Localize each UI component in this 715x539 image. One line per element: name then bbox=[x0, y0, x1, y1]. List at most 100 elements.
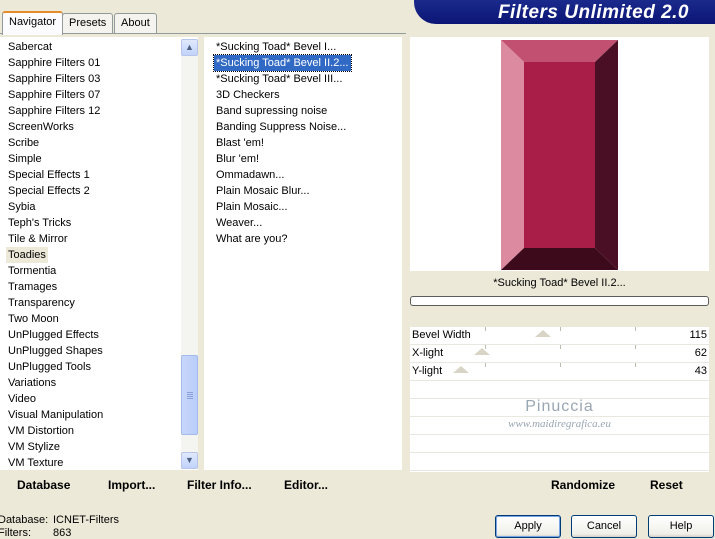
category-item[interactable]: Variations bbox=[6, 375, 58, 391]
slider-thumb[interactable] bbox=[474, 348, 490, 355]
apply-button[interactable]: Apply bbox=[495, 515, 561, 538]
slider-tick bbox=[485, 327, 486, 331]
category-item[interactable]: Sapphire Filters 03 bbox=[6, 71, 102, 87]
param-label: Bevel Width bbox=[412, 329, 471, 341]
slider-tick bbox=[635, 345, 636, 349]
title-banner: Filters Unlimited 2.0 bbox=[414, 0, 715, 24]
watermark-title: Pinuccia bbox=[525, 398, 594, 415]
database-button[interactable]: Database bbox=[17, 478, 70, 492]
tab-navigator[interactable]: Navigator bbox=[2, 11, 64, 35]
param-slider[interactable] bbox=[485, 327, 675, 337]
param-label: Y-light bbox=[412, 365, 443, 377]
filter-item[interactable]: *Sucking Toad* Bevel III... bbox=[214, 71, 344, 87]
bevel-face bbox=[524, 62, 595, 248]
param-value: 62 bbox=[694, 347, 707, 359]
category-item[interactable]: Sapphire Filters 01 bbox=[6, 55, 102, 71]
slider-tick bbox=[485, 363, 486, 367]
category-scrollbar[interactable]: ▲ ▼ bbox=[181, 39, 198, 469]
category-item[interactable]: UnPlugged Shapes bbox=[6, 343, 105, 359]
app-title: Filters Unlimited 2.0 bbox=[497, 2, 689, 23]
param-row-empty bbox=[410, 435, 709, 453]
filter-item[interactable]: Weaver... bbox=[214, 215, 264, 231]
category-item[interactable]: Transparency bbox=[6, 295, 77, 311]
category-item[interactable]: Sabercat bbox=[6, 39, 54, 55]
cancel-button[interactable]: Cancel bbox=[571, 515, 637, 538]
grip-line bbox=[187, 394, 193, 395]
category-item[interactable]: Video bbox=[6, 391, 38, 407]
param-row-empty bbox=[410, 381, 709, 399]
filter-item[interactable]: Band supressing noise bbox=[214, 103, 329, 119]
category-item[interactable]: Sybia bbox=[6, 199, 38, 215]
category-item[interactable]: Sapphire Filters 12 bbox=[6, 103, 102, 119]
param-row-empty bbox=[410, 453, 709, 471]
param-row-x-light[interactable]: X-light 62 bbox=[410, 345, 709, 363]
slider-thumb[interactable] bbox=[535, 330, 551, 337]
param-value: 115 bbox=[689, 329, 707, 341]
filter-item[interactable]: 3D Checkers bbox=[214, 87, 282, 103]
param-label: X-light bbox=[412, 347, 444, 359]
filters-count: 863 bbox=[53, 527, 72, 539]
filter-item[interactable]: *Sucking Toad* Bevel II.2... bbox=[213, 54, 352, 72]
category-item[interactable]: Visual Manipulation bbox=[6, 407, 105, 423]
slider-tick bbox=[560, 327, 561, 331]
category-item[interactable]: Scribe bbox=[6, 135, 41, 151]
filter-item[interactable]: Plain Mosaic Blur... bbox=[214, 183, 312, 199]
slider-tick bbox=[635, 327, 636, 331]
scroll-thumb[interactable] bbox=[181, 355, 198, 435]
slider-tick bbox=[560, 345, 561, 349]
category-item[interactable]: UnPlugged Tools bbox=[6, 359, 93, 375]
param-slider[interactable] bbox=[453, 363, 675, 373]
grip-line bbox=[187, 396, 193, 397]
category-item[interactable]: Tile & Mirror bbox=[6, 231, 69, 247]
category-item[interactable]: VM Stylize bbox=[6, 439, 62, 455]
category-item[interactable]: Toadies bbox=[6, 247, 48, 263]
filters-count-info: Filters: 863 bbox=[0, 527, 71, 539]
category-item[interactable]: ScreenWorks bbox=[6, 119, 76, 135]
category-item[interactable]: Teph's Tricks bbox=[6, 215, 73, 231]
filter-item[interactable]: *Sucking Toad* Bevel I... bbox=[214, 39, 338, 55]
param-slider[interactable] bbox=[474, 345, 675, 355]
slider-tick bbox=[635, 363, 636, 367]
bevel-right bbox=[595, 40, 618, 270]
tab-presets[interactable]: Presets bbox=[62, 13, 114, 33]
editor-button[interactable]: Editor... bbox=[284, 478, 328, 492]
randomize-button[interactable]: Randomize bbox=[551, 478, 615, 492]
filter-info-button[interactable]: Filter Info... bbox=[187, 478, 252, 492]
category-item[interactable]: Simple bbox=[6, 151, 44, 167]
category-item[interactable]: UnPlugged Effects bbox=[6, 327, 101, 343]
category-item[interactable]: VM Texture bbox=[6, 455, 65, 470]
category-item[interactable]: VM Distortion bbox=[6, 423, 76, 439]
category-item[interactable]: Two Moon bbox=[6, 311, 61, 327]
category-item[interactable]: Special Effects 1 bbox=[6, 167, 92, 183]
category-item[interactable]: Tormentia bbox=[6, 263, 58, 279]
category-item[interactable]: Tramages bbox=[6, 279, 59, 295]
filter-item[interactable]: Ommadawn... bbox=[214, 167, 286, 183]
import-button[interactable]: Import... bbox=[108, 478, 155, 492]
slider-tick bbox=[560, 363, 561, 367]
database-label: Database: bbox=[0, 514, 49, 526]
filter-item[interactable]: Blast 'em! bbox=[214, 135, 266, 151]
current-filter-name: *Sucking Toad* Bevel II.2... bbox=[410, 274, 709, 292]
filter-item[interactable]: Plain Mosaic... bbox=[214, 199, 290, 215]
slider-thumb[interactable] bbox=[453, 366, 469, 373]
filter-item[interactable]: Banding Suppress Noise... bbox=[214, 119, 348, 135]
reset-button[interactable]: Reset bbox=[650, 478, 683, 492]
param-row-bevel-width[interactable]: Bevel Width 115 bbox=[410, 327, 709, 345]
chevron-up-icon: ▲ bbox=[185, 42, 194, 52]
category-item[interactable]: Special Effects 2 bbox=[6, 183, 92, 199]
preview-pane bbox=[410, 37, 709, 271]
filter-list[interactable]: *Sucking Toad* Bevel I... *Sucking Toad* … bbox=[204, 37, 402, 470]
help-button[interactable]: Help bbox=[648, 515, 714, 538]
bevel-left bbox=[501, 40, 524, 270]
tab-about[interactable]: About bbox=[114, 13, 157, 33]
filter-item[interactable]: What are you? bbox=[214, 231, 290, 247]
param-row-y-light[interactable]: Y-light 43 bbox=[410, 363, 709, 381]
scroll-up-button[interactable]: ▲ bbox=[181, 39, 198, 56]
database-info: Database: ICNET-Filters bbox=[0, 514, 119, 526]
grip-line bbox=[187, 398, 193, 399]
category-item[interactable]: Sapphire Filters 07 bbox=[6, 87, 102, 103]
category-list[interactable]: Sabercat Sapphire Filters 01 Sapphire Filt… bbox=[0, 37, 198, 470]
scroll-down-button[interactable]: ▼ bbox=[181, 452, 198, 469]
filter-item[interactable]: Blur 'em! bbox=[214, 151, 261, 167]
watermark-url: www.maidiregrafica.eu bbox=[508, 418, 611, 430]
